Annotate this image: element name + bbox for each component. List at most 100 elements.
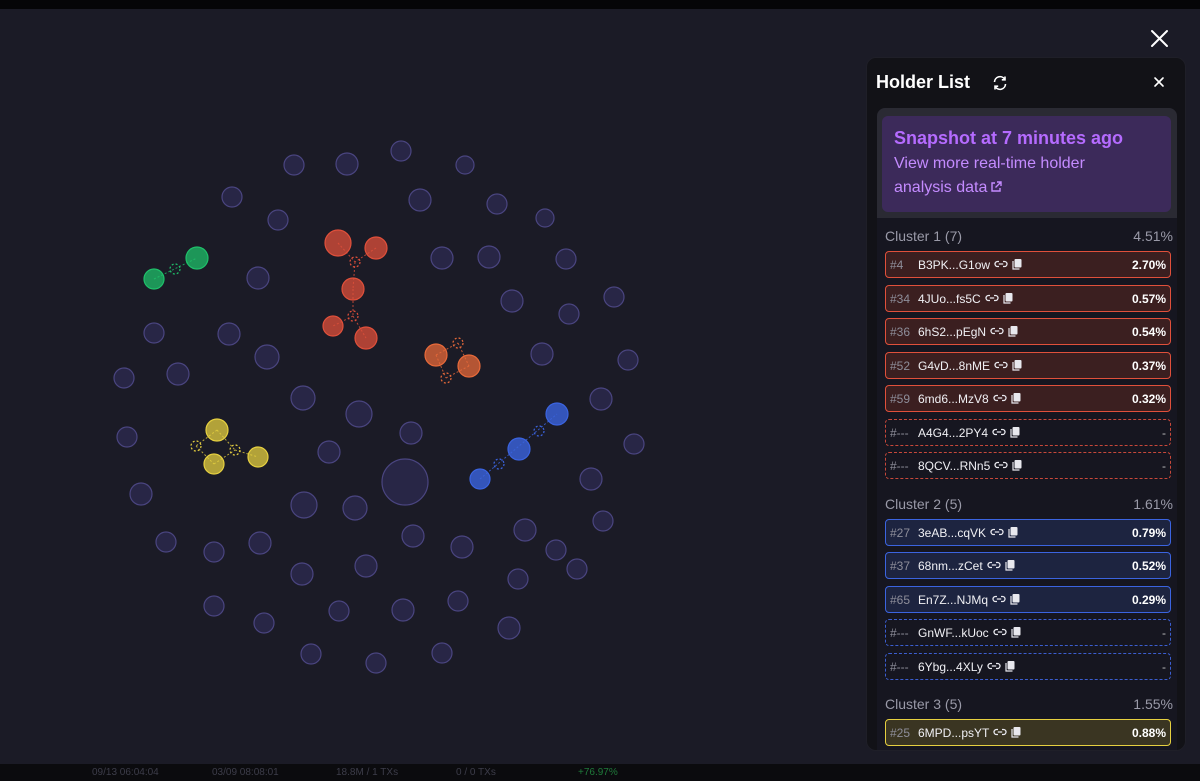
holder-bubble[interactable] <box>486 193 508 215</box>
cluster-header[interactable]: Cluster 3 (5) 1.55% <box>885 686 1175 719</box>
link-icon[interactable] <box>990 526 1004 538</box>
copy-icon[interactable] <box>1004 559 1016 571</box>
holder-row[interactable]: #4 B3PK...G1ow 2.70% <box>885 251 1171 278</box>
proxy-bubble[interactable] <box>533 425 545 437</box>
holder-bubble[interactable] <box>116 426 138 448</box>
holder-row[interactable]: #27 3eAB...cqVK 0.79% <box>885 518 1171 546</box>
holder-bubble[interactable] <box>390 140 412 162</box>
holder-bubble[interactable] <box>545 539 567 561</box>
holder-bubble[interactable] <box>430 246 454 270</box>
holder-bubble[interactable] <box>530 342 554 366</box>
holder-row[interactable]: #25 6MPD...psYT 0.88% <box>885 719 1171 746</box>
holder-bubble[interactable] <box>254 344 280 370</box>
holder-bubble[interactable] <box>603 286 625 308</box>
link-icon[interactable] <box>993 392 1007 404</box>
holder-row[interactable]: #--- GnWF...kUoc - <box>885 619 1171 646</box>
holder-bubble[interactable] <box>328 600 350 622</box>
holder-row[interactable]: #--- A4G4...2PY4 - <box>885 418 1171 446</box>
copy-icon[interactable] <box>1011 459 1023 471</box>
copy-icon[interactable] <box>1009 593 1021 605</box>
holder-bubble[interactable] <box>507 568 529 590</box>
holder-bubble[interactable] <box>143 322 165 344</box>
holder-bubble[interactable] <box>589 387 613 411</box>
holder-bubble[interactable] <box>457 354 481 378</box>
holder-bubble[interactable] <box>391 598 415 622</box>
panel-close-button[interactable] <box>1151 74 1167 90</box>
link-icon[interactable] <box>994 258 1008 270</box>
link-icon[interactable] <box>992 593 1006 605</box>
holder-bubble[interactable] <box>535 208 555 228</box>
holder-row[interactable]: #--- 6Ybg...4XLy - <box>885 652 1171 680</box>
copy-icon[interactable] <box>1010 726 1022 738</box>
holder-bubble[interactable] <box>203 453 225 475</box>
holder-bubble[interactable] <box>185 246 209 270</box>
holder-bubble[interactable] <box>143 268 165 290</box>
holder-bubble[interactable] <box>381 458 429 506</box>
holder-bubble[interactable] <box>447 590 469 612</box>
holder-bubble[interactable] <box>354 326 378 350</box>
holder-list-area[interactable]: Snapshot at 7 minutes ago View more real… <box>877 108 1177 750</box>
holder-bubble[interactable] <box>408 188 432 212</box>
copy-icon[interactable] <box>1010 392 1022 404</box>
holder-bubble[interactable] <box>424 343 448 367</box>
holder-bubble[interactable] <box>253 612 275 634</box>
holder-bubble[interactable] <box>247 446 269 468</box>
holder-bubble[interactable] <box>431 642 453 664</box>
copy-icon[interactable] <box>1011 359 1023 371</box>
holder-bubble[interactable] <box>166 362 190 386</box>
holder-bubble[interactable] <box>455 155 475 175</box>
holder-bubble[interactable] <box>341 277 365 301</box>
holder-bubble[interactable] <box>342 495 368 521</box>
link-icon[interactable] <box>987 660 1001 672</box>
holder-bubble[interactable] <box>246 266 270 290</box>
link-icon[interactable] <box>994 459 1008 471</box>
holder-bubble[interactable] <box>566 558 588 580</box>
refresh-icon[interactable] <box>991 74 1009 92</box>
realtime-analysis-link[interactable]: View more real-time holder analysis data <box>894 152 1159 200</box>
link-icon[interactable] <box>990 325 1004 337</box>
holder-bubble[interactable] <box>322 315 344 337</box>
holder-bubble[interactable] <box>399 421 423 445</box>
holder-bubble[interactable] <box>129 482 153 506</box>
holder-bubble[interactable] <box>545 402 569 426</box>
copy-icon[interactable] <box>1004 660 1016 672</box>
holder-bubble[interactable] <box>203 595 225 617</box>
holder-bubble[interactable] <box>497 616 521 640</box>
holder-bubble[interactable] <box>283 154 305 176</box>
holder-bubble[interactable] <box>335 152 359 176</box>
link-icon[interactable] <box>985 292 999 304</box>
holder-row[interactable]: #34 4JUo...fs5C 0.57% <box>885 284 1171 312</box>
holder-bubble[interactable] <box>592 510 614 532</box>
holder-bubble[interactable] <box>365 652 387 674</box>
holder-bubble[interactable] <box>267 209 289 231</box>
link-icon[interactable] <box>993 626 1007 638</box>
holder-row[interactable]: #52 G4vD...8nME 0.37% <box>885 351 1171 379</box>
holder-bubble[interactable] <box>364 236 388 260</box>
holder-row[interactable]: #--- 8QCV...RNn5 - <box>885 452 1171 479</box>
holder-bubble[interactable] <box>450 535 474 559</box>
link-icon[interactable] <box>987 559 1001 571</box>
copy-icon[interactable] <box>1007 325 1019 337</box>
holder-bubble[interactable] <box>300 643 322 665</box>
holder-bubble[interactable] <box>290 385 316 411</box>
holder-row[interactable]: #65 En7Z...NJMq 0.29% <box>885 585 1171 613</box>
holder-row[interactable]: #59 6md6...MzV8 0.32% <box>885 385 1171 412</box>
holder-bubble[interactable] <box>513 518 537 542</box>
holder-bubble[interactable] <box>617 349 639 371</box>
proxy-bubble[interactable] <box>169 263 181 275</box>
link-icon[interactable] <box>993 726 1007 738</box>
link-icon[interactable] <box>992 426 1006 438</box>
holder-row[interactable]: #37 68nm...zCet 0.52% <box>885 552 1171 579</box>
cluster-header[interactable]: Cluster 1 (7) 4.51% <box>885 218 1175 251</box>
holder-bubble[interactable] <box>469 468 491 490</box>
cluster-header[interactable]: Cluster 2 (5) 1.61% <box>885 486 1175 519</box>
holder-bubble[interactable] <box>217 322 241 346</box>
holder-bubble[interactable] <box>113 367 135 389</box>
holder-bubble[interactable] <box>290 491 318 519</box>
holder-bubble[interactable] <box>248 531 272 555</box>
holder-bubble[interactable] <box>317 440 341 464</box>
copy-icon[interactable] <box>1009 426 1021 438</box>
holder-bubble[interactable] <box>205 418 229 442</box>
holder-bubble[interactable] <box>290 562 314 586</box>
copy-icon[interactable] <box>1002 292 1014 304</box>
